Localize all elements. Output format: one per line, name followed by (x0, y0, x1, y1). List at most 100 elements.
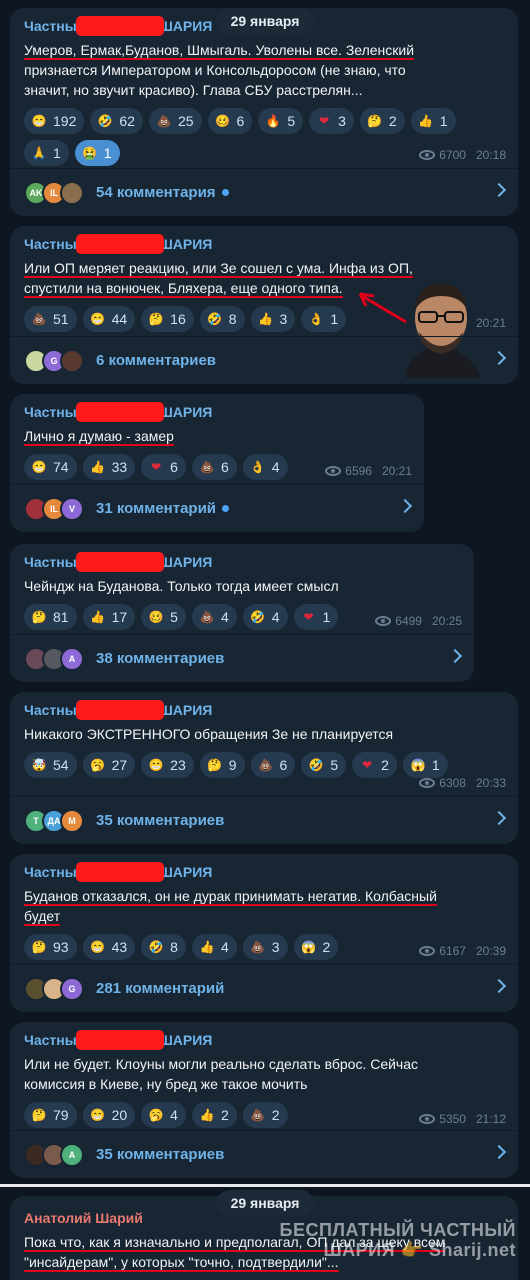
reaction-count: 6 (220, 459, 229, 475)
message-text: Или не будет. Клоуны могли реально сдела… (24, 1056, 419, 1092)
reaction-button[interactable]: 😁 192 (24, 108, 85, 134)
reaction-button[interactable]: 💩 2 (242, 1102, 288, 1128)
channel-post[interactable]: Частны ШАРИЯ Чейндж на Буданова. Только т… (10, 544, 474, 682)
reaction-button[interactable]: 😁 23 (141, 752, 194, 778)
view-count: 6308 (439, 776, 466, 790)
reaction-button[interactable]: ❤ 2 (352, 752, 397, 778)
comments-button[interactable]: IL V 31 комментарий (10, 484, 424, 532)
reaction-button[interactable]: 🔥 5 (258, 108, 304, 134)
reaction-button[interactable]: 👍 17 (82, 604, 136, 630)
reaction-button[interactable]: 🤮 1 (74, 140, 120, 166)
comments-button[interactable]: A 35 комментариев (10, 1130, 518, 1178)
sender-name[interactable]: Частны ШАРИЯ (24, 1030, 504, 1050)
comments-button[interactable]: G 281 комментарий (10, 964, 518, 1012)
redaction-mark (76, 1030, 164, 1050)
reaction-button[interactable]: ❤ 6 (141, 454, 186, 480)
reaction-button[interactable]: 😁 44 (82, 306, 136, 332)
reaction-button[interactable]: 🥱 27 (82, 752, 136, 778)
thumbs-up-icon: 👍 (199, 1108, 215, 1122)
channel-post[interactable]: Частны ШАРИЯ Буданов отказался, он не дур… (10, 854, 518, 1012)
reaction-button[interactable]: 💩 25 (148, 108, 202, 134)
channel-post[interactable]: Частны ШАРИЯ Умеров, Ермак,Буданов, Шмыга… (10, 8, 518, 216)
reaction-button[interactable]: 🤔 16 (141, 306, 194, 332)
reaction-count: 25 (177, 113, 194, 129)
unread-dot (222, 505, 230, 512)
comments-button[interactable]: AK IL 54 комментария (10, 168, 518, 216)
reaction-button[interactable]: 👌 4 (242, 454, 288, 480)
reaction-button[interactable]: 👍 4 (191, 934, 237, 960)
chevron-right-icon (491, 1144, 507, 1160)
redaction-mark (76, 402, 164, 422)
reaction-button[interactable]: 🤔 79 (24, 1102, 77, 1128)
reaction-button[interactable]: 🤔 2 (359, 108, 405, 134)
pray-icon: 🙏 (31, 146, 47, 160)
reaction-button[interactable]: 🥱 4 (141, 1102, 186, 1128)
comments-button[interactable]: T ДА M 35 комментариев (10, 796, 518, 844)
message-meta: 5350 21:12 (419, 1112, 506, 1126)
redaction-mark (76, 700, 164, 720)
reaction-button[interactable]: 👍 1 (410, 108, 456, 134)
reaction-button[interactable]: 🤔 9 (199, 752, 245, 778)
reaction-button[interactable]: 🤣 5 (301, 752, 347, 778)
reaction-button[interactable]: 💩 6 (250, 752, 296, 778)
view-count: 6596 (345, 464, 372, 478)
reaction-count: 74 (53, 459, 69, 475)
reaction-count: 2 (220, 1107, 229, 1123)
comments-button[interactable]: G 6 комментариев (10, 336, 518, 384)
sender-name[interactable]: Частны ШАРИЯ (24, 700, 504, 720)
reaction-button[interactable]: 🤣 4 (242, 604, 288, 630)
redaction-mark (76, 234, 164, 254)
reaction-count: 1 (439, 113, 448, 129)
reaction-button[interactable]: 😱 1 (402, 752, 448, 778)
screenshot-separator (0, 1184, 530, 1187)
reaction-button[interactable]: ❤ 1 (293, 604, 339, 630)
sender-name[interactable]: Частны ШАРИЯ (24, 862, 504, 882)
reaction-button[interactable]: 🙏 1 (24, 140, 69, 166)
reaction-button[interactable]: 🤣 8 (199, 306, 245, 332)
channel-post[interactable]: Частны ШАРИЯ Или ОП меряет реакцию, или З… (10, 226, 518, 384)
channel-post[interactable]: Частны ШАРИЯ Никакого ЭКСТРЕННОГО обращен… (10, 692, 518, 844)
woozy-icon: 🥴 (148, 610, 164, 624)
reaction-button[interactable]: 🤯 54 (24, 752, 77, 778)
reaction-count: 6 (236, 113, 245, 129)
channel-post[interactable]: Частны ШАРИЯ Или не будет. Клоуны могли р… (10, 1022, 518, 1178)
reaction-button[interactable]: 💩 51 (24, 306, 77, 332)
reaction-button[interactable]: 👍 3 (250, 306, 296, 332)
reaction-button[interactable]: 💩 4 (191, 604, 237, 630)
reaction-button[interactable]: 🤔 93 (24, 934, 77, 960)
channel-post[interactable]: Частны ШАРИЯ Лично я думаю - замер 😁 74 👍 33… (10, 394, 424, 532)
reaction-button[interactable]: 🥴 6 (207, 108, 253, 134)
reaction-count: 20 (111, 1107, 128, 1123)
sender-name[interactable]: Частны ШАРИЯ (24, 234, 504, 254)
reaction-button[interactable]: 👍 33 (82, 454, 136, 480)
reaction-button[interactable]: 🤣 8 (141, 934, 186, 960)
reaction-button[interactable]: 🥴 5 (141, 604, 186, 630)
scream-icon: 😱 (410, 758, 426, 772)
message-time: 20:21 (381, 464, 412, 478)
comments-button[interactable]: A 38 комментариев (10, 634, 474, 682)
chevron-right-icon (491, 978, 507, 994)
reaction-count: 5 (170, 609, 178, 625)
reaction-button[interactable]: 👌 1 (301, 306, 347, 332)
reaction-button[interactable]: 🤔 81 (24, 604, 77, 630)
reaction-button[interactable]: 💩 3 (242, 934, 288, 960)
reaction-count: 6 (279, 757, 288, 773)
reaction-button[interactable]: 😁 20 (82, 1102, 136, 1128)
avatar: A (60, 1142, 84, 1167)
reaction-button[interactable]: ❤ 3 (309, 108, 354, 134)
reaction-button[interactable]: 👍 2 (191, 1102, 237, 1128)
heart-icon: ❤ (303, 610, 314, 624)
thumbs-up-icon: 👍 (199, 940, 215, 954)
reaction-button[interactable]: 😱 2 (293, 934, 339, 960)
message-text: Никакого ЭКСТРЕННОГО обращения Зе не пла… (24, 726, 394, 742)
reaction-button[interactable]: 🤣 62 (90, 108, 143, 134)
sender-name[interactable]: Частны ШАРИЯ (24, 552, 460, 572)
reaction-button[interactable]: 😁 43 (82, 934, 136, 960)
reaction-button[interactable]: 💩 6 (191, 454, 237, 480)
reaction-count: 2 (271, 1107, 280, 1123)
thumbs-up-icon: 👍 (90, 460, 106, 474)
reaction-button[interactable]: 😁 74 (24, 454, 77, 480)
heart-icon: ❤ (362, 758, 373, 772)
reaction-count: 1 (103, 145, 112, 161)
sender-name[interactable]: Частны ШАРИЯ (24, 402, 410, 422)
